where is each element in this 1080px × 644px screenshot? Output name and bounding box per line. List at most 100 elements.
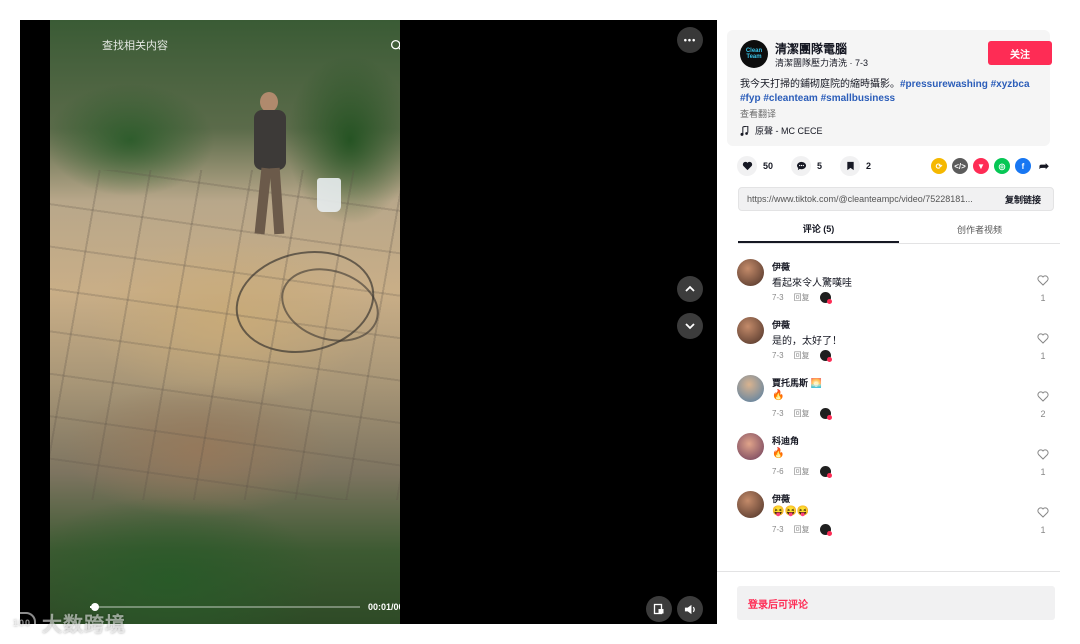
commenter-avatar[interactable] <box>737 375 764 402</box>
commenter-name[interactable]: 伊薇 <box>772 318 790 331</box>
comment-text: 🔥 <box>772 448 785 459</box>
previous-video-button[interactable] <box>677 276 703 302</box>
heart-outline-icon[interactable] <box>1037 333 1049 344</box>
hashtags-line-2[interactable]: #fyp #cleanteam #smallbusiness <box>740 93 895 104</box>
floating-player-icon <box>653 603 664 615</box>
next-video-button[interactable] <box>677 313 703 339</box>
hashtags-line-1[interactable]: #pressurewashing #xyzbca <box>900 79 1030 90</box>
save-action[interactable]: 2 <box>840 156 881 176</box>
comment-like[interactable]: 2 <box>1035 389 1051 419</box>
comment-action[interactable]: 5 <box>791 156 832 176</box>
reply-button[interactable]: 回复 <box>794 350 810 361</box>
chevron-down-icon <box>685 323 695 330</box>
send-icon[interactable]: ▼ <box>973 158 989 174</box>
comment-text: 看起來令人驚嘆哇 <box>772 278 852 289</box>
detail-panel: Clean Team 清潔團隊電腦 清潔團隊壓力清洗 · 7-3 关注 我今天打… <box>717 20 1060 624</box>
repost-icon[interactable]: ⟳ <box>931 158 947 174</box>
heart-outline-icon[interactable] <box>1037 449 1049 460</box>
tab-creator-videos[interactable]: 创作者视频 <box>899 216 1060 243</box>
watermark-text: 大数跨境 <box>42 614 126 636</box>
reply-button[interactable]: 回复 <box>794 466 810 477</box>
comment-like[interactable]: 1 <box>1035 331 1051 361</box>
comment-item: 科迪角 🔥 7-6 回复 1 <box>737 429 1055 487</box>
video-progress-bar[interactable] <box>90 603 360 611</box>
commenter-name[interactable]: 賈托馬斯 🌅 <box>772 376 822 389</box>
more-icon: ••• <box>683 35 697 45</box>
facebook-icon[interactable]: f <box>1015 158 1031 174</box>
tab-comments[interactable]: 评论 (5) <box>738 216 899 243</box>
video-link-box: https://www.tiktok.com/@cleanteampc/vide… <box>738 187 1054 211</box>
like-action[interactable]: 50 <box>737 156 783 176</box>
author-avatar[interactable]: Clean Team <box>740 40 768 68</box>
person-washing <box>250 92 290 242</box>
comment-count: 5 <box>817 161 823 171</box>
comment-like[interactable]: 1 <box>1035 505 1051 535</box>
commenter-avatar[interactable] <box>737 491 764 518</box>
description-text: 我今天打掃的鋪砌庭院的縮時攝影。 <box>740 79 900 90</box>
comment-date: 7-3 <box>772 409 784 418</box>
heart-icon[interactable] <box>737 156 757 176</box>
commenter-avatar[interactable] <box>737 433 764 460</box>
action-bar: 50 5 2 <box>737 156 881 176</box>
panel-tabs: 评论 (5) 创作者视频 <box>738 216 1060 244</box>
reply-button[interactable]: 回复 <box>794 524 810 535</box>
comment-meta: 7-6 回复 <box>772 466 832 478</box>
comment-item: 伊薇 是的，太好了！ 7-3 回复 1 <box>737 313 1055 371</box>
heart-outline-icon[interactable] <box>1037 275 1049 286</box>
comment-text: 🔥 <box>772 390 785 401</box>
comment-like-count: 1 <box>1040 293 1046 303</box>
music-link[interactable]: 原聲 - MC CECE <box>740 124 823 137</box>
follow-button[interactable]: 关注 <box>988 41 1052 65</box>
divider <box>717 571 1060 572</box>
share-arrow-icon[interactable]: ➦ <box>1036 158 1052 174</box>
creator-liked-icon <box>819 292 832 304</box>
reply-button[interactable]: 回复 <box>794 408 810 419</box>
video-time: 00:01/00:45 <box>368 602 400 612</box>
video-link-url[interactable]: https://www.tiktok.com/@cleanteampc/vide… <box>739 194 993 204</box>
comment-meta: 7-3 回复 <box>772 292 832 304</box>
heart-outline-icon[interactable] <box>1037 391 1049 402</box>
creator-liked-icon <box>819 350 832 362</box>
share-icons: ⟳ </> ▼ ◎ f ➦ <box>931 158 1052 174</box>
author-name[interactable]: 清潔團隊電腦 <box>775 40 847 57</box>
comment-like[interactable]: 1 <box>1035 447 1051 477</box>
login-to-comment-button[interactable]: 登录后可评论 <box>737 586 1055 620</box>
comment-bubble-icon[interactable] <box>791 156 812 176</box>
commenter-name[interactable]: 伊薇 <box>772 492 790 505</box>
watermark: 100 大数跨境 <box>8 608 126 637</box>
post-description: 我今天打掃的鋪砌庭院的縮時攝影。#pressurewashing #xyzbca… <box>740 78 1050 106</box>
comment-date: 7-3 <box>772 351 784 360</box>
volume-button[interactable] <box>677 596 703 622</box>
commenter-avatar[interactable] <box>737 317 764 344</box>
like-count: 50 <box>763 161 774 171</box>
save-count: 2 <box>866 161 872 171</box>
music-label: 原聲 - MC CECE <box>755 126 823 136</box>
video-frame[interactable]: 查找相关内容 00:01/00:45 <box>50 20 400 624</box>
reply-button[interactable]: 回复 <box>794 292 810 303</box>
commenter-name[interactable]: 科迪角 <box>772 434 799 447</box>
comment-like-count: 2 <box>1040 409 1046 419</box>
bookmark-icon[interactable] <box>840 156 861 176</box>
heart-outline-icon[interactable] <box>1037 507 1049 518</box>
line-icon[interactable]: ◎ <box>994 158 1010 174</box>
copy-link-button[interactable]: 复制链接 <box>993 193 1053 206</box>
comment-date: 7-3 <box>772 525 784 534</box>
translate-link[interactable]: 查看翻译 <box>740 107 776 120</box>
comment-meta: 7-3 回复 <box>772 350 832 362</box>
bucket <box>317 178 341 212</box>
commenter-avatar[interactable] <box>737 259 764 286</box>
video-search-bar[interactable]: 查找相关内容 <box>88 28 400 62</box>
search-placeholder: 查找相关内容 <box>102 40 168 52</box>
app-frame: 查找相关内容 00:01/00:45 ••• <box>20 20 1060 624</box>
comment-item: 賈托馬斯 🌅 🔥 7-3 回复 2 <box>737 371 1055 429</box>
comment-meta: 7-3 回复 <box>772 524 832 536</box>
video-player[interactable]: 查找相关内容 00:01/00:45 ••• <box>20 20 717 624</box>
comment-like-count: 1 <box>1040 351 1046 361</box>
search-icon[interactable] <box>388 37 400 53</box>
comment-like[interactable]: 1 <box>1035 273 1051 303</box>
embed-icon[interactable]: </> <box>952 158 968 174</box>
more-options-button[interactable]: ••• <box>677 27 703 53</box>
floating-player-button[interactable] <box>646 596 672 622</box>
commenter-name[interactable]: 伊薇 <box>772 260 790 273</box>
comment-list: 伊薇 看起來令人驚嘆哇 7-3 回复 1 伊薇 是的，太好了！ 7-3 回复 1… <box>737 255 1055 545</box>
